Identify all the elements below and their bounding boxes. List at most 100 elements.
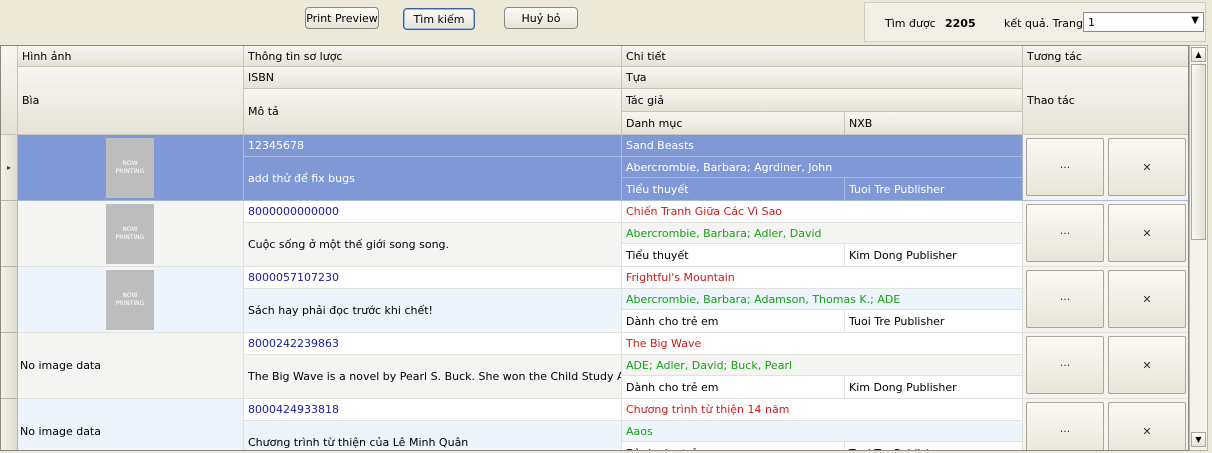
header-summary[interactable]: Thông tin sơ lược	[244, 46, 622, 67]
delete-button[interactable]: ✕	[1108, 204, 1186, 262]
author-cell[interactable]: Abercrombie, Barbara; Agrdiner, John	[622, 157, 1023, 178]
ellipsis-icon: ···	[1059, 358, 1071, 372]
corner-header	[1, 46, 18, 135]
isbn-cell[interactable]: 8000000000000	[244, 201, 622, 223]
delete-button[interactable]: ✕	[1108, 138, 1186, 196]
cover-cell: No image data	[18, 333, 244, 399]
result-count: 2205	[945, 17, 976, 30]
header-author[interactable]: Tác giả	[622, 89, 1023, 112]
title-cell[interactable]: Chương trình từ thiện 14 năm	[622, 399, 1023, 421]
close-icon: ✕	[1142, 292, 1152, 306]
header-interact[interactable]: Tương tác	[1023, 46, 1188, 67]
title-cell[interactable]: The Big Wave	[622, 333, 1023, 355]
placeholder-text: PRINTING	[115, 168, 145, 175]
isbn-cell[interactable]: 12345678	[244, 135, 622, 157]
actions-cell: ··· ✕	[1023, 399, 1188, 450]
row-header[interactable]	[1, 267, 18, 333]
ellipsis-icon: ···	[1059, 292, 1071, 306]
category-cell[interactable]: Dành cho trẻ em	[622, 310, 845, 333]
isbn-cell[interactable]: 8000242239863	[244, 333, 622, 355]
close-icon: ✕	[1142, 160, 1152, 174]
publisher-cell[interactable]: Kim Dong Publisher	[845, 376, 1023, 399]
close-icon: ✕	[1142, 226, 1152, 240]
actions-cell: ··· ✕	[1023, 135, 1188, 201]
delete-button[interactable]: ✕	[1108, 402, 1186, 450]
ellipsis-icon: ···	[1059, 160, 1071, 174]
chevron-down-icon[interactable]: ▼	[1191, 432, 1206, 447]
header-cover[interactable]: Bìa	[18, 67, 244, 135]
isbn-cell[interactable]: 8000424933818	[244, 399, 622, 421]
row-header[interactable]	[1, 201, 18, 267]
header-detail[interactable]: Chi tiết	[622, 46, 1023, 67]
description-cell[interactable]: Sách hay phải đọc trước khi chết!	[244, 289, 622, 333]
edit-button[interactable]: ···	[1026, 204, 1104, 262]
description-cell[interactable]: Chương trình từ thiện của Lê Minh Quân	[244, 421, 622, 450]
edit-button[interactable]: ···	[1026, 138, 1104, 196]
publisher-cell[interactable]: Tuoi Tre Publisher	[845, 442, 1023, 450]
header-isbn[interactable]: ISBN	[244, 67, 622, 89]
placeholder-text: NOW	[122, 226, 138, 233]
actions-cell: ··· ✕	[1023, 201, 1188, 267]
title-cell[interactable]: Sand Beasts	[622, 135, 1023, 157]
page-select-value: 1	[1088, 16, 1095, 29]
chevron-up-icon[interactable]: ▲	[1191, 47, 1206, 62]
isbn-cell[interactable]: 8000057107230	[244, 267, 622, 289]
edit-button[interactable]: ···	[1026, 336, 1104, 394]
category-cell[interactable]: Dành cho trẻ em	[622, 442, 845, 450]
edit-button[interactable]: ···	[1026, 402, 1104, 450]
author-cell[interactable]: Aaos	[622, 421, 1023, 442]
header-description[interactable]: Mô tả	[244, 89, 622, 135]
vertical-scrollbar[interactable]: ▲ ▼	[1189, 45, 1208, 451]
no-image-text: No image data	[20, 425, 101, 438]
print-preview-button[interactable]: Print Preview	[305, 7, 379, 29]
found-label: Tìm được	[885, 17, 936, 30]
author-cell[interactable]: Abercrombie, Barbara; Adamson, Thomas K.…	[622, 289, 1023, 310]
title-cell[interactable]: Frightful's Mountain	[622, 267, 1023, 289]
placeholder-text: NOW	[122, 160, 138, 167]
cover-cell: No image data	[18, 399, 244, 450]
author-cell[interactable]: ADE; Adler, David; Buck, Pearl	[622, 355, 1023, 376]
header-publisher[interactable]: NXB	[845, 112, 1023, 135]
description-cell[interactable]: add thử để fix bugs	[244, 157, 622, 201]
books-grid: Hình ảnh Thông tin sơ lược Chi tiết Tươn…	[0, 45, 1189, 451]
pager-panel: Tìm được 2205 kết quả. Trang 1 ▼	[864, 2, 1206, 42]
publisher-cell[interactable]: Tuoi Tre Publisher	[845, 178, 1023, 201]
edit-button[interactable]: ···	[1026, 270, 1104, 328]
placeholder-text: PRINTING	[115, 234, 145, 241]
search-button[interactable]: Tìm kiếm	[403, 8, 475, 30]
triangle-right-icon[interactable]: ▸	[1, 135, 18, 201]
cover-image: NOW PRINTING	[106, 204, 154, 264]
delete-button[interactable]: ✕	[1108, 336, 1186, 394]
publisher-cell[interactable]: Tuoi Tre Publisher	[845, 310, 1023, 333]
placeholder-text: NOW	[122, 292, 138, 299]
author-cell[interactable]: Abercrombie, Barbara; Adler, David	[622, 223, 1023, 244]
ellipsis-icon: ···	[1059, 424, 1071, 438]
cover-cell: NOW PRINTING	[18, 135, 244, 201]
scroll-thumb[interactable]	[1191, 64, 1206, 240]
title-cell[interactable]: Chiến Tranh Giữa Các Vì Sao	[622, 201, 1023, 223]
category-cell[interactable]: Dành cho trẻ em	[622, 376, 845, 399]
no-image-text: No image data	[20, 359, 101, 372]
category-cell[interactable]: Tiểu thuyết	[622, 178, 845, 201]
publisher-cell[interactable]: Kim Dong Publisher	[845, 244, 1023, 267]
ellipsis-icon: ···	[1059, 226, 1071, 240]
header-image[interactable]: Hình ảnh	[18, 46, 244, 67]
row-header[interactable]	[1, 399, 18, 450]
header-actions[interactable]: Thao tác	[1023, 67, 1188, 135]
header-category[interactable]: Danh mục	[622, 112, 845, 135]
page-select[interactable]: 1 ▼	[1083, 12, 1204, 32]
header-title[interactable]: Tựa	[622, 67, 1023, 89]
cover-image: NOW PRINTING	[106, 270, 154, 330]
category-cell[interactable]: Tiểu thuyết	[622, 244, 845, 267]
cover-image: NOW PRINTING	[106, 138, 154, 198]
cancel-button[interactable]: Huỷ bỏ	[504, 7, 578, 29]
actions-cell: ··· ✕	[1023, 333, 1188, 399]
description-cell[interactable]: Cuộc sống ở một thế giới song song.	[244, 223, 622, 267]
description-cell[interactable]: The Big Wave is a novel by Pearl S. Buck…	[244, 355, 622, 399]
result-page-label: kết quả. Trang	[1004, 17, 1083, 30]
delete-button[interactable]: ✕	[1108, 270, 1186, 328]
caret-down-icon: ▼	[1191, 15, 1199, 26]
cover-cell: NOW PRINTING	[18, 267, 244, 333]
cover-cell: NOW PRINTING	[18, 201, 244, 267]
row-header[interactable]	[1, 333, 18, 399]
